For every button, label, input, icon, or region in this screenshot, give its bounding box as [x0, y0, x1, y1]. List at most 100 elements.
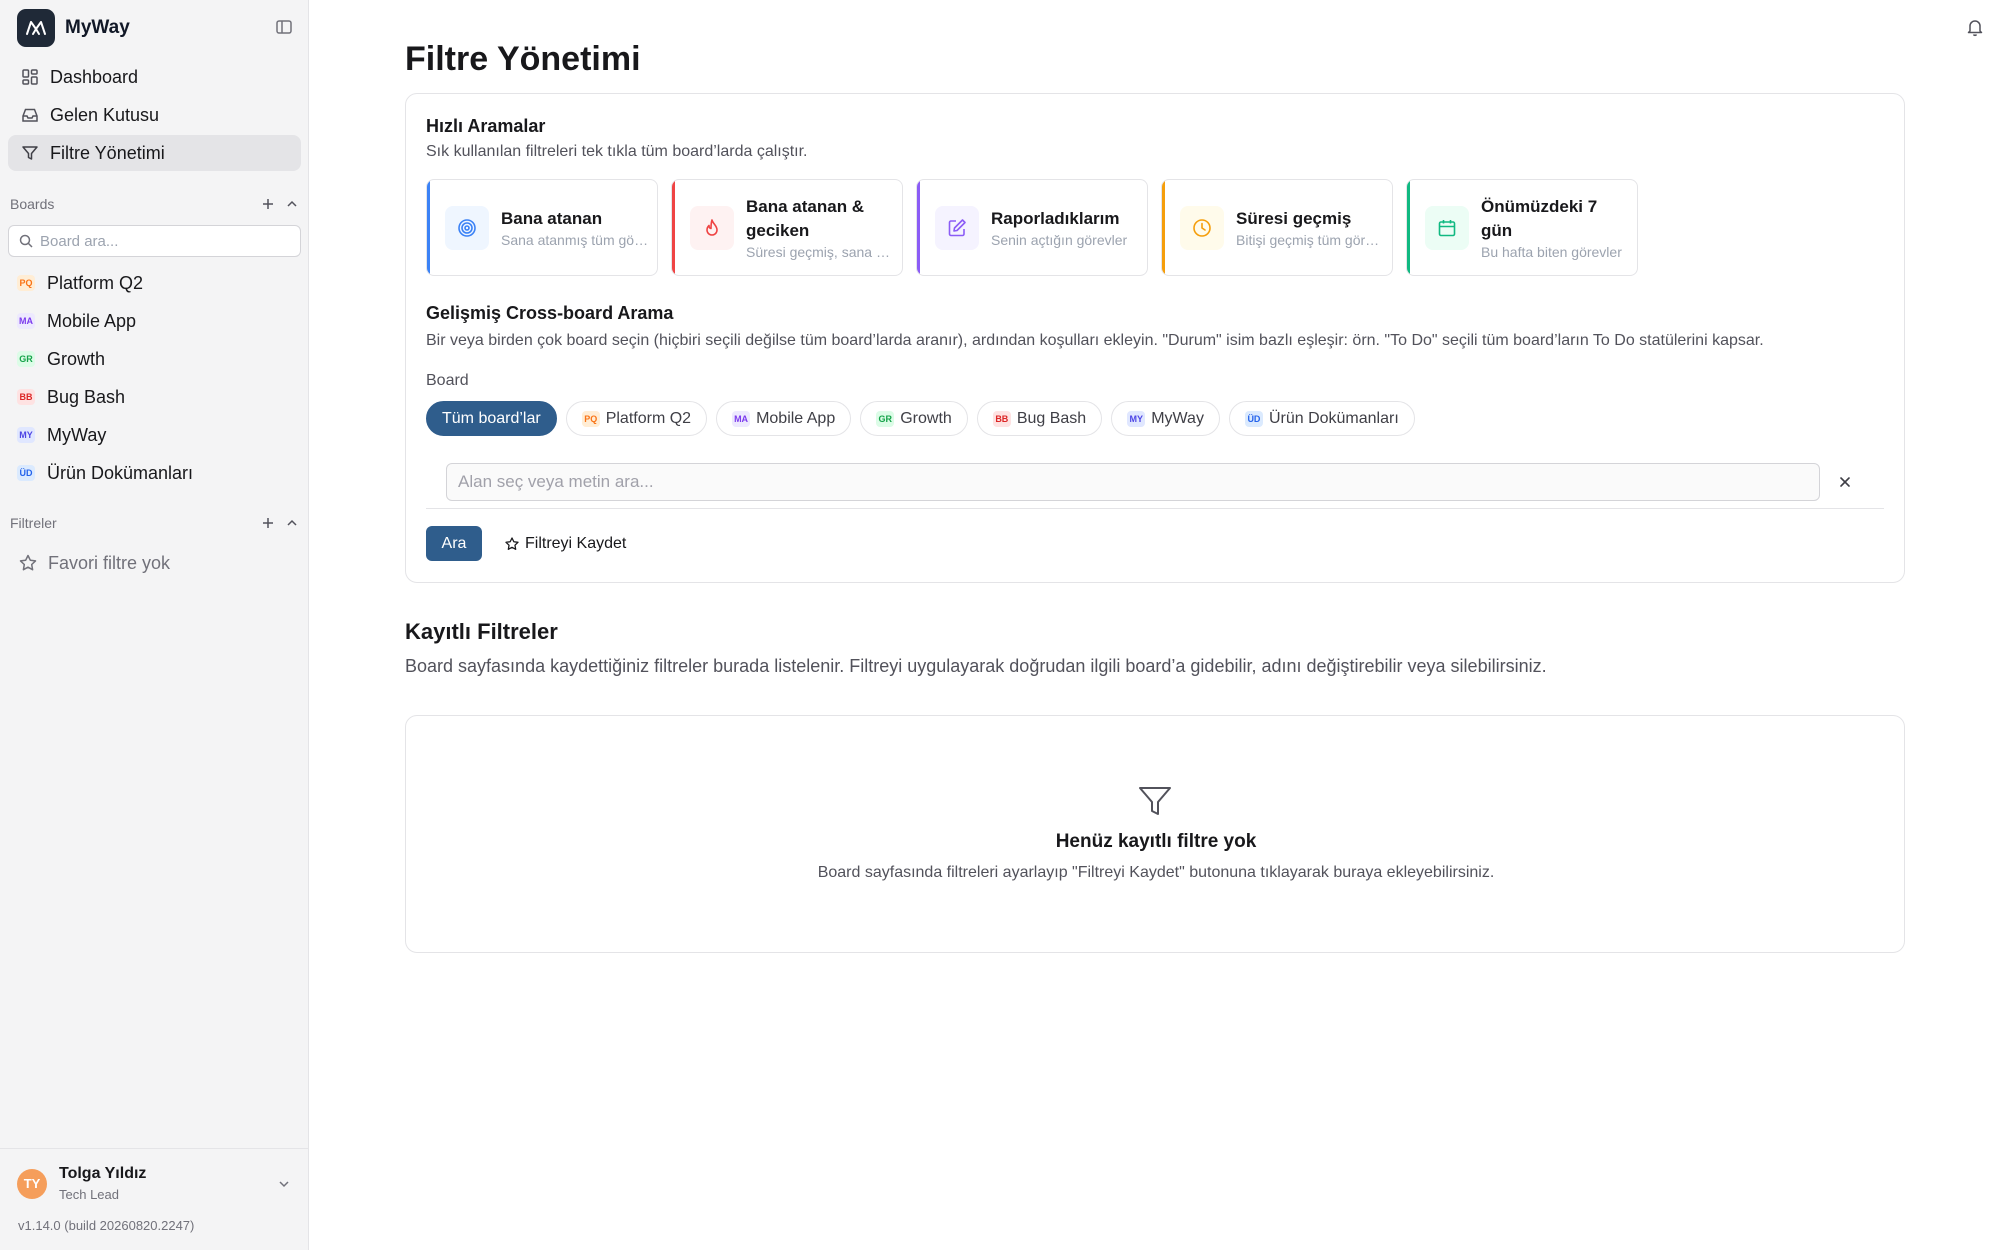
board-badge: ÜD — [17, 465, 35, 481]
chevron-up-icon[interactable] — [285, 516, 299, 530]
board-label: Growth — [47, 348, 106, 369]
board-badge: GR — [876, 410, 895, 427]
favorites-empty: Favori filtre yok — [8, 544, 170, 582]
quick-search-desc: Bitişi geçmiş tüm görevler — [1236, 232, 1384, 248]
board-label: MyWay — [47, 424, 107, 445]
chip-label: Growth — [900, 409, 952, 427]
board-badge: MY — [1127, 410, 1146, 427]
board-item-growth[interactable]: GR Growth — [8, 340, 301, 378]
user-menu[interactable]: TY Tolga Yıldız Tech Lead — [0, 1148, 308, 1218]
search-icon — [19, 234, 33, 248]
app-version: v1.14.0 (build 20260820.2247) — [18, 1218, 195, 1233]
chip-label: Tüm board’lar — [442, 409, 541, 427]
board-badge: MA — [17, 313, 35, 329]
app-name: MyWay — [65, 17, 130, 38]
board-search — [8, 225, 301, 257]
calendar-icon — [1425, 205, 1469, 250]
quick-searches-title: Hızlı Aramalar — [426, 116, 546, 136]
favorites-empty-text: Favori filtre yok — [48, 552, 171, 573]
user-name: Tolga Yıldız — [59, 1165, 147, 1182]
add-filter-icon[interactable] — [261, 516, 275, 530]
chip-mobile-app[interactable]: MA Mobile App — [716, 401, 852, 436]
nav-item-label: Dashboard — [50, 66, 139, 87]
nav-item-dashboard[interactable]: Dashboard — [8, 59, 301, 95]
filter-icon — [22, 146, 38, 160]
board-search-input[interactable] — [40, 232, 280, 250]
board-item-myway[interactable]: MY MyWay — [8, 416, 301, 454]
quick-search-reported-by-me[interactable]: Raporladıklarım Senin açtığın görevler — [916, 179, 1148, 276]
chip-urun-dokumanlari[interactable]: ÜD Ürün Dokümanları — [1228, 401, 1415, 436]
board-chips: Tüm board’lar PQ Platform Q2 MA Mobile A… — [426, 401, 1415, 436]
quick-search-overdue[interactable]: Süresi geçmiş Bitişi geçmiş tüm görevler — [1161, 179, 1393, 276]
app-logo-icon — [17, 9, 55, 47]
quick-search-title: Bana atanan — [501, 209, 603, 228]
boards-heading: Boards — [10, 196, 55, 212]
divider — [426, 508, 1884, 509]
quick-search-title: Bana atanan & geciken — [746, 197, 865, 240]
quick-search-list: Bana atanan Sana atanmış tüm görevler Ba… — [426, 179, 1638, 276]
saved-filters-desc: Board sayfasında kaydettiğiniz filtreler… — [405, 656, 1547, 676]
user-role: Tech Lead — [59, 1187, 119, 1202]
board-badge: ÜD — [1244, 410, 1263, 427]
chip-bug-bash[interactable]: BB Bug Bash — [976, 401, 1103, 436]
quick-searches-desc: Sık kullanılan filtreleri tek tıkla tüm … — [426, 143, 808, 160]
saved-filters-empty-state: Henüz kayıtlı filtre yok Board sayfasınd… — [405, 715, 1905, 953]
empty-state-title: Henüz kayıtlı filtre yok — [1055, 831, 1257, 852]
board-label: Bug Bash — [47, 386, 126, 407]
saved-filters-title: Kayıtlı Filtreler — [405, 619, 558, 644]
inbox-icon — [22, 108, 38, 122]
board-label: Mobile App — [47, 310, 137, 331]
star-icon — [19, 554, 37, 571]
chip-growth[interactable]: GR Growth — [860, 401, 968, 436]
quick-search-assigned-to-me[interactable]: Bana atanan Sana atanmış tüm görevler — [426, 179, 658, 276]
query-input[interactable] — [446, 463, 1820, 501]
bell-icon[interactable] — [1965, 17, 1985, 37]
empty-state-desc: Board sayfasında filtreleri ayarlayıp "F… — [817, 864, 1495, 881]
nav-item-filter-management[interactable]: Filtre Yönetimi — [8, 135, 301, 171]
target-icon — [445, 205, 489, 250]
board-item-platform-q2[interactable]: PQ Platform Q2 — [8, 264, 301, 302]
advanced-search-desc: Bir veya birden çok board seçin (hiçbiri… — [426, 332, 1764, 349]
nav-item-inbox[interactable]: Gelen Kutusu — [8, 97, 301, 133]
chip-platform-q2[interactable]: PQ Platform Q2 — [565, 401, 708, 436]
boards-section-header: Boards — [10, 194, 299, 214]
quick-search-desc: Senin açtığın görevler — [991, 232, 1128, 248]
board-badge: PQ — [17, 275, 35, 291]
clock-icon — [1180, 205, 1224, 250]
board-item-mobile-app[interactable]: MA Mobile App — [8, 302, 301, 340]
board-list: PQ Platform Q2 MA Mobile App GR Growth B… — [8, 264, 301, 492]
chevron-down-icon — [277, 1177, 291, 1191]
quick-search-desc: Bu hafta biten görevler — [1481, 244, 1622, 260]
board-badge: BB — [992, 410, 1011, 427]
avatar: TY — [17, 1168, 47, 1199]
nav-item-label: Gelen Kutusu — [50, 104, 160, 125]
board-item-bug-bash[interactable]: BB Bug Bash — [8, 378, 301, 416]
quick-search-desc: Sana atanmış tüm görevler — [501, 232, 649, 248]
quick-search-title: Raporladıklarım — [991, 209, 1120, 228]
board-label: Platform Q2 — [47, 272, 144, 293]
brand[interactable]: MyWay — [17, 9, 130, 47]
board-badge: MY — [17, 427, 35, 443]
chip-label: Bug Bash — [1016, 409, 1087, 427]
quick-search-assigned-overdue[interactable]: Bana atanan & geciken Süresi geçmiş, san… — [671, 179, 903, 276]
chip-label: Platform Q2 — [605, 409, 692, 427]
quick-search-next-7-days[interactable]: Önümüzdeki 7 gün Bu hafta biten görevler — [1406, 179, 1638, 276]
edit-icon — [935, 205, 979, 250]
save-filter-label: Filtreyi Kaydet — [525, 534, 627, 552]
sidebar: MyWay Dashboard Gelen Kutusu Filtre Yöne… — [0, 0, 309, 1250]
chip-all-boards[interactable]: Tüm board’lar — [426, 401, 557, 436]
quick-search-title: Süresi geçmiş — [1236, 209, 1352, 228]
sidebar-toggle-icon[interactable] — [274, 17, 294, 37]
quick-search-title: Önümüzdeki 7 gün — [1481, 197, 1598, 240]
search-button[interactable]: Ara — [426, 526, 482, 561]
chip-label: Mobile App — [756, 409, 836, 427]
chip-label: MyWay — [1151, 409, 1204, 427]
add-board-icon[interactable] — [261, 197, 275, 211]
chevron-up-icon[interactable] — [285, 197, 299, 211]
dashboard-icon — [22, 69, 38, 85]
close-icon[interactable] — [1836, 473, 1854, 491]
chip-myway[interactable]: MY MyWay — [1111, 401, 1220, 436]
flame-icon — [690, 205, 734, 250]
save-filter-button[interactable]: Filtreyi Kaydet — [504, 526, 626, 561]
board-item-urun-dokumanlari[interactable]: ÜD Ürün Dokümanları — [8, 454, 301, 492]
